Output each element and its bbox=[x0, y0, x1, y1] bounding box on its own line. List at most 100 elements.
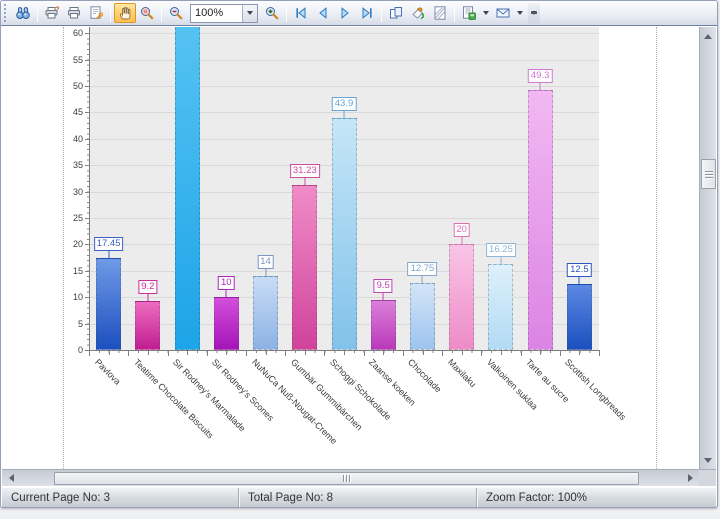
search-button[interactable] bbox=[12, 3, 34, 23]
first-page-button[interactable] bbox=[290, 3, 312, 23]
value-label: 9.2 bbox=[138, 280, 158, 295]
bar-10 bbox=[449, 244, 475, 350]
watermark-button[interactable] bbox=[429, 3, 451, 23]
scroll-left-button[interactable] bbox=[4, 470, 18, 486]
bar-9 bbox=[409, 282, 435, 350]
send-email-dropdown-button[interactable] bbox=[514, 3, 526, 23]
scroll-right-button[interactable] bbox=[683, 470, 697, 486]
value-label: 12.5 bbox=[567, 263, 592, 277]
next-page-button[interactable] bbox=[334, 3, 356, 23]
value-label-leader bbox=[147, 293, 149, 302]
zoom-out-button[interactable] bbox=[165, 3, 187, 23]
y-axis-tick-label: 25 bbox=[72, 213, 83, 223]
page-setup-button[interactable] bbox=[85, 3, 107, 23]
vertical-scrollbar[interactable] bbox=[699, 27, 716, 469]
hand-icon bbox=[117, 5, 133, 21]
printer-icon bbox=[66, 5, 82, 21]
scroll-up-button[interactable] bbox=[700, 29, 716, 43]
y-axis-tick-label: 0 bbox=[77, 345, 83, 355]
toolbar-separator bbox=[286, 4, 287, 22]
overflow-icon bbox=[531, 12, 537, 14]
export-document-button[interactable] bbox=[458, 3, 480, 23]
value-label-leader bbox=[461, 236, 463, 245]
first-page-icon bbox=[293, 5, 309, 21]
value-label: 10 bbox=[218, 276, 235, 291]
triangle-up-icon bbox=[704, 33, 712, 39]
category-label: Teatime Chocolate Biscuits bbox=[131, 357, 216, 441]
export-dropdown-button[interactable] bbox=[480, 3, 492, 23]
zoom-combobox-dropdown-button[interactable] bbox=[242, 4, 257, 22]
category-label: Chocolade bbox=[406, 357, 444, 395]
background-color-button[interactable] bbox=[407, 3, 429, 23]
print-button[interactable]: ? bbox=[41, 3, 63, 23]
last-page-icon bbox=[359, 5, 375, 21]
value-label: 9.5 bbox=[373, 278, 393, 293]
value-label-leader bbox=[304, 177, 306, 186]
gridline bbox=[89, 59, 599, 61]
x-axis-boundary-tick bbox=[599, 350, 600, 356]
horizontal-scroll-thumb[interactable] bbox=[54, 472, 639, 485]
y-axis-tick-label: 15 bbox=[72, 265, 83, 276]
value-label: 16.25 bbox=[486, 243, 516, 258]
toolbar-separator bbox=[161, 4, 162, 22]
vertical-scroll-thumb[interactable] bbox=[701, 159, 716, 189]
y-axis-tick-label: 5 bbox=[77, 318, 83, 329]
scroll-down-button[interactable] bbox=[700, 453, 716, 467]
category-label: Maxilaku bbox=[445, 357, 478, 390]
hand-tool-button[interactable] bbox=[114, 3, 136, 23]
chevron-down-icon bbox=[483, 11, 489, 15]
value-label: 31.23 bbox=[289, 164, 320, 179]
bar-4 bbox=[213, 297, 239, 350]
triangle-right-icon bbox=[687, 474, 693, 482]
triangle-down-icon bbox=[704, 457, 712, 463]
zoom-in-button[interactable] bbox=[261, 3, 283, 23]
scrollbar-corner bbox=[699, 469, 716, 486]
last-page-button[interactable] bbox=[356, 3, 378, 23]
multiple-pages-icon bbox=[388, 5, 404, 21]
previous-page-button[interactable] bbox=[312, 3, 334, 23]
status-bar: Current Page No: 3 Total Page No: 8 Zoom… bbox=[2, 487, 716, 507]
category-label: NuNuCa Nuß-Nougat-Creme bbox=[249, 357, 339, 447]
status-current-page: Current Page No: 3 bbox=[2, 488, 239, 507]
magnifier-tool-button[interactable] bbox=[136, 3, 158, 23]
print-preview-window: ? 100% 0 5 10 15 20 25 30 35 40 45 50 55… bbox=[0, 0, 718, 508]
send-email-button[interactable] bbox=[492, 3, 514, 23]
toolbar: ? 100% bbox=[1, 1, 717, 26]
bar-3 bbox=[174, 27, 200, 350]
y-axis-tick-label: 50 bbox=[72, 81, 83, 91]
document-page[interactable]: 0 5 10 15 20 25 30 35 40 45 50 55 60 17.45 Pavlova 9.2 T… bbox=[2, 27, 699, 469]
printer-question-icon: ? bbox=[44, 5, 60, 21]
page-setup-wrench-icon bbox=[88, 5, 104, 21]
binoculars-icon bbox=[15, 5, 31, 21]
toolbar-grip[interactable] bbox=[4, 4, 9, 22]
zoom-combobox[interactable]: 100% bbox=[190, 3, 258, 23]
quick-print-button[interactable] bbox=[63, 3, 85, 23]
value-label-leader bbox=[108, 249, 110, 258]
y-axis-tick-label: 35 bbox=[72, 160, 83, 171]
toolbar-separator bbox=[454, 4, 455, 22]
y-axis-tick-label: 45 bbox=[72, 107, 83, 118]
bar-7 bbox=[331, 118, 357, 350]
bar-6 bbox=[292, 185, 318, 350]
value-label-leader bbox=[343, 110, 345, 119]
value-label-leader bbox=[265, 268, 267, 277]
status-zoom-factor: Zoom Factor: 100% bbox=[486, 491, 587, 504]
bar-8 bbox=[370, 299, 396, 350]
multiple-pages-button[interactable] bbox=[385, 3, 407, 23]
previous-page-icon bbox=[315, 5, 331, 21]
bar-12 bbox=[527, 89, 553, 350]
status-total-pages: Total Page No: 8 bbox=[239, 488, 477, 507]
horizontal-scrollbar[interactable] bbox=[2, 469, 699, 486]
toolbar-overflow-button[interactable] bbox=[528, 2, 540, 24]
export-document-icon bbox=[461, 5, 477, 21]
svg-text:?: ? bbox=[55, 7, 59, 14]
y-axis-tick-label: 40 bbox=[72, 133, 83, 144]
y-axis-tick-label: 30 bbox=[72, 186, 83, 197]
value-label: 20 bbox=[453, 223, 470, 238]
window-bottom-edge bbox=[1, 507, 717, 508]
y-axis-line bbox=[89, 27, 90, 351]
category-label: Sir Rodney's Marmalade bbox=[170, 357, 248, 434]
toolbar-separator bbox=[110, 4, 111, 22]
next-page-icon bbox=[337, 5, 353, 21]
y-axis-tick-label: 55 bbox=[72, 54, 83, 65]
